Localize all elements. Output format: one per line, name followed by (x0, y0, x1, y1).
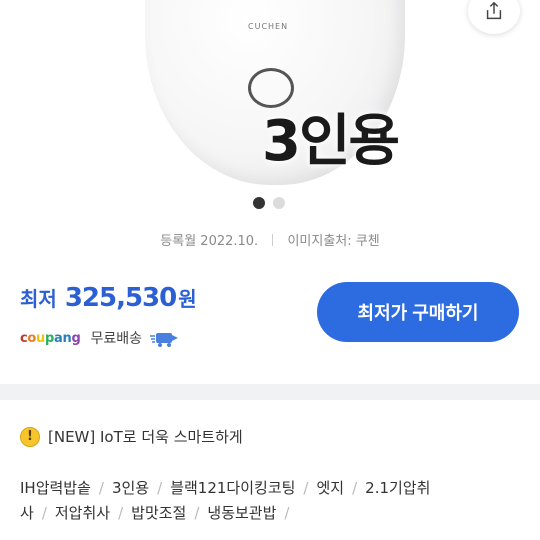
spec-item: 냉동보관밥 (207, 504, 277, 522)
registered-date: 등록월 2022.10. (160, 234, 259, 249)
seller-row: coupang 무료배송 (20, 328, 180, 348)
meta-divider (272, 234, 274, 246)
price-value: 325,530 (64, 283, 177, 313)
spec-item: IH압력밥솥 (20, 479, 91, 497)
spec-item: 엣지 (316, 479, 345, 497)
product-image[interactable]: CUCHEN 3인용 (0, 0, 540, 190)
exclamation-icon: ! (20, 426, 40, 447)
spec-item: 밥맛조절 (131, 504, 187, 522)
spec-item: 3인용 (111, 479, 150, 497)
spec-line-2: 사 / 저압취사 / 밥맛조절 / 냉동보관밥 / (20, 504, 290, 522)
notice-text: [NEW] IoT로 더욱 스마트하게 (48, 428, 243, 446)
carousel-dot-2[interactable] (273, 197, 285, 209)
feature-notice: ! [NEW] IoT로 더욱 스마트하게 (20, 426, 243, 447)
price-row: 최저 325,530 원 (20, 283, 197, 313)
coupang-logo: coupang (20, 330, 81, 346)
brand-logo: CUCHEN (248, 22, 289, 31)
price-label: 최저 (20, 287, 57, 311)
carousel-dot-1[interactable] (253, 197, 265, 209)
section-divider (0, 384, 540, 400)
spec-item: 블랙121다이킹코팅 (170, 479, 296, 497)
buy-lowest-price-button[interactable]: 최저가 구매하기 (317, 282, 519, 342)
image-source: 이미지출처: 쿠첸 (287, 234, 380, 249)
product-meta: 등록월 2022.10. 이미지출처: 쿠첸 (0, 230, 540, 249)
spec-line-1: IH압력밥솥/3인용 / 블랙121다이킹코팅 / 엣지/2.1기압취 (20, 479, 431, 497)
spec-item: 2.1기압취 (365, 479, 431, 497)
rocket-delivery-icon (150, 333, 179, 347)
spec-item: 사 (20, 504, 34, 522)
spec-tags: IH압력밥솥/3인용 / 블랙121다이킹코팅 / 엣지/2.1기압취 사 / 저압취사 / 밥… (20, 476, 520, 526)
price-unit: 원 (178, 287, 197, 311)
share-icon (486, 1, 502, 20)
carousel-indicator (253, 197, 285, 209)
spec-item: 저압취사 (54, 504, 111, 522)
free-shipping-label: 무료배송 (90, 331, 143, 347)
share-button[interactable] (468, 0, 520, 34)
capacity-overlay: 3인용 (262, 109, 400, 174)
